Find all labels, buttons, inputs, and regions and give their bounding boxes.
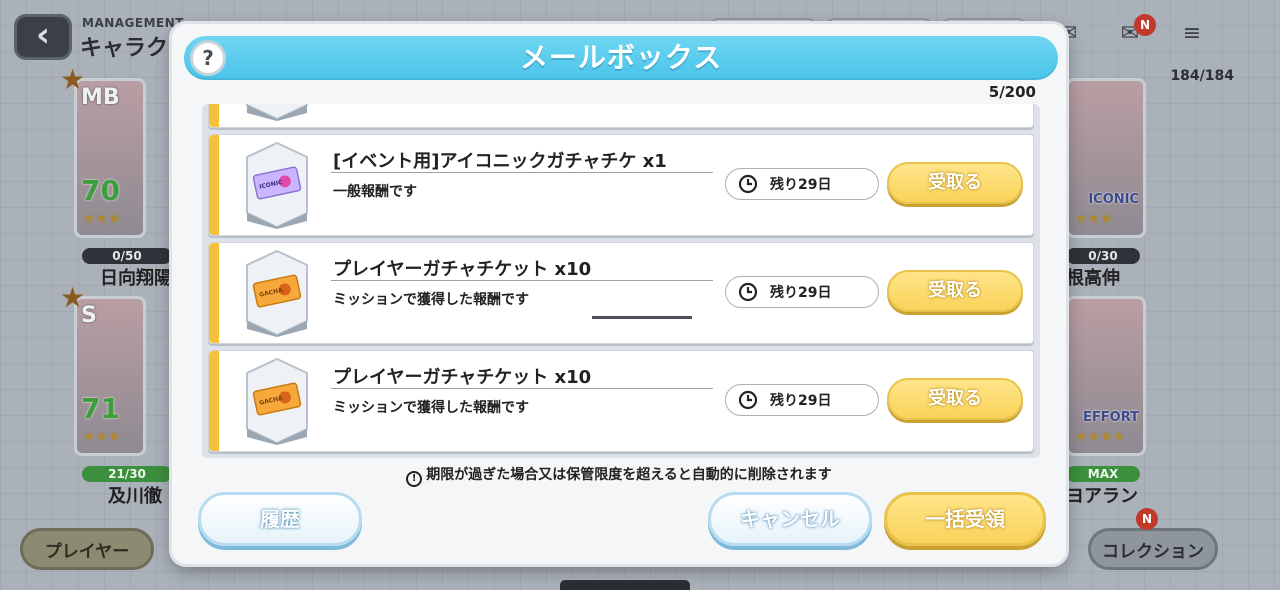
character-card[interactable]: S 71 ★★★ [74, 296, 146, 456]
character-count: 184/184 [1170, 68, 1234, 84]
card-progress: 21/30 [82, 466, 172, 482]
collection-button[interactable]: コレクション [1088, 528, 1218, 570]
remaining-text: 残り29日 [770, 285, 832, 301]
remaining-time: 残り29日 [725, 276, 879, 308]
card-stars: ★★★ [83, 211, 121, 227]
iconic-ticket-icon: ICONIC [246, 141, 308, 229]
mail-divider [331, 280, 713, 281]
mail-description: ミッションで獲得した報酬です [333, 292, 529, 308]
mail-item: ICONIC [イベント用]アイコニックガチャチケ x1 一般報酬です 残り29… [208, 134, 1034, 236]
management-label: MANAGEMENT [82, 16, 184, 30]
receive-button[interactable]: 受取る [887, 162, 1023, 204]
back-button[interactable]: ‹ [14, 14, 72, 60]
character-card[interactable]: MB 70 ★★★ [74, 78, 146, 238]
card-progress: 0/30 [1066, 248, 1140, 264]
card-tag: EFFORT [1083, 410, 1139, 425]
card-progress: 0/50 [82, 248, 172, 264]
gacha-ticket-icon: GACHA [246, 249, 308, 337]
card-name: 及川徹 [108, 486, 162, 507]
mail-accent [209, 243, 219, 343]
card-tag: ICONIC [1088, 192, 1139, 207]
mail-item [208, 104, 1034, 128]
mail-item: GACHA プレイヤーガチャチケット x10 ミッションで獲得した報酬です 残り… [208, 350, 1034, 452]
character-card[interactable]: ICONIC ★★★ [1066, 78, 1146, 238]
mail-accent [209, 351, 219, 451]
favorite-star-icon: ★ [60, 281, 86, 314]
mail-badge: N [1134, 14, 1156, 36]
player-button[interactable]: プレイヤー [20, 528, 154, 570]
mail-divider [331, 388, 713, 389]
mail-count: 5/200 [988, 83, 1036, 101]
info-icon: ! [406, 471, 423, 487]
expiry-notice: ! 期限が過ぎた場合又は保管限度を超えると自動的に削除されます [172, 464, 1066, 487]
card-stars: ★★★★ [1075, 429, 1126, 445]
modal-header: ? メールボックス [184, 36, 1058, 80]
card-stars: ★★★ [1075, 211, 1113, 227]
character-card[interactable]: EFFORT ★★★★ [1066, 296, 1146, 456]
mail-title: [イベント用]アイコニックガチャチケ x1 [333, 151, 667, 172]
receive-button[interactable]: 受取る [887, 378, 1023, 420]
collection-badge: N [1136, 508, 1158, 530]
modal-title: メールボックス [519, 41, 723, 74]
mail-title: プレイヤーガチャチケット x10 [333, 367, 592, 388]
mail-divider [331, 172, 713, 173]
card-name: 日向翔陽 [100, 268, 172, 289]
gacha-ticket-icon: GACHA [246, 357, 308, 445]
remaining-time: 残り29日 [725, 384, 879, 416]
cancel-button[interactable]: キャンセル [708, 492, 872, 546]
remaining-time: 残り29日 [725, 168, 879, 200]
menu-icon[interactable]: ≡ [1172, 16, 1212, 50]
ticket-thumbnail [246, 104, 308, 121]
management-title: キャラク [80, 36, 169, 61]
receive-button[interactable]: 受取る [887, 270, 1023, 312]
clock-icon [738, 174, 758, 194]
mail-list[interactable]: ICONIC [イベント用]アイコニックガチャチケ x1 一般報酬です 残り29… [202, 104, 1040, 458]
mail-description: 一般報酬です [333, 184, 417, 200]
receive-all-button[interactable]: 一括受領 [884, 492, 1046, 546]
card-stars: ★★★ [83, 429, 121, 445]
card-level: 70 [81, 174, 120, 207]
card-level: 71 [81, 392, 120, 425]
favorite-star-icon: ★ [60, 63, 86, 96]
mail-description: ミッションで獲得した報酬です [333, 400, 529, 416]
scroll-indicator [592, 316, 692, 319]
clock-icon [738, 282, 758, 302]
clock-icon [738, 390, 758, 410]
notice-text: 期限が過ぎた場合又は保管限度を超えると自動的に削除されます [426, 467, 832, 483]
mail-accent [209, 135, 219, 235]
card-progress: MAX [1066, 466, 1140, 482]
home-indicator[interactable] [560, 580, 690, 590]
card-name: ヨアラン [1066, 486, 1138, 507]
history-button[interactable]: 履歴 [198, 492, 362, 546]
mail-title: プレイヤーガチャチケット x10 [333, 259, 592, 280]
card-name: 根高伸 [1066, 268, 1120, 289]
remaining-text: 残り29日 [770, 393, 832, 409]
mailbox-modal: ? メールボックス 5/200 ICONIC [イベント用]アイコニックガチャチ… [172, 24, 1066, 564]
mail-item: GACHA プレイヤーガチャチケット x10 ミッションで獲得した報酬です 残り… [208, 242, 1034, 344]
remaining-text: 残り29日 [770, 177, 832, 193]
